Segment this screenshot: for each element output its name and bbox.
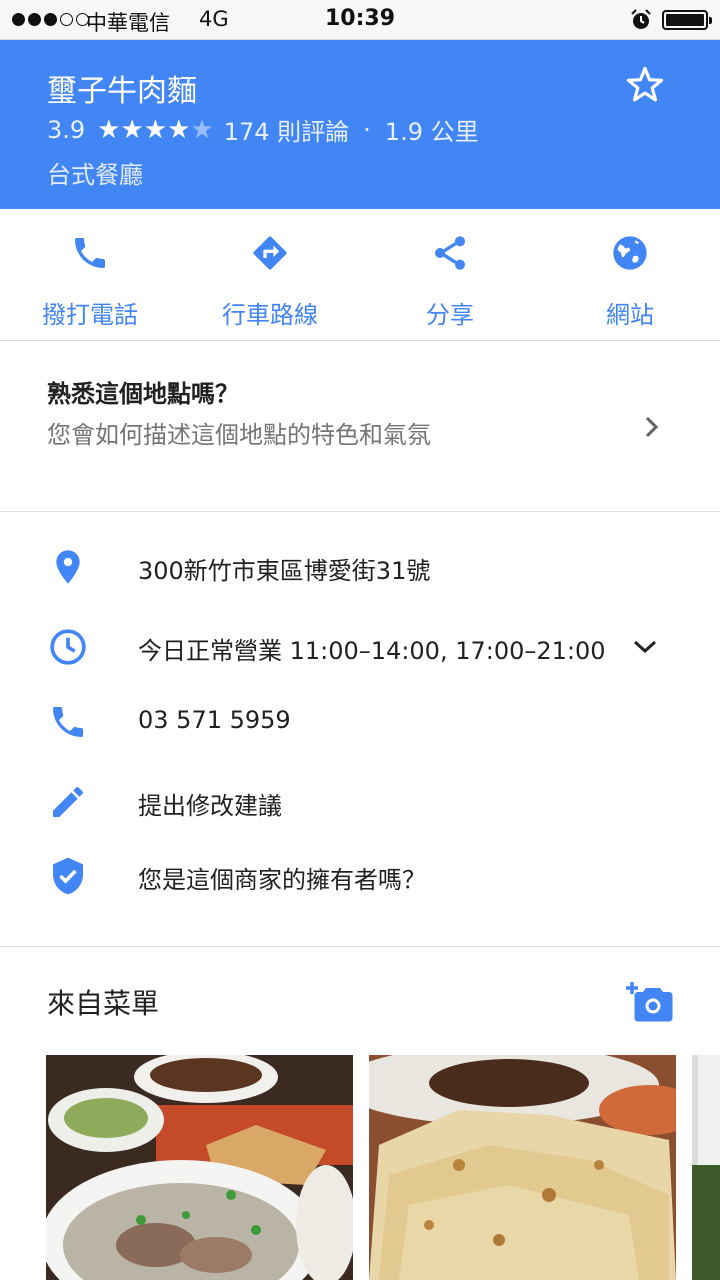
- clock: 10:39: [324, 6, 396, 31]
- claim-business-row[interactable]: 您是這個商家的擁有者嗎？: [0, 846, 720, 906]
- menu-photo[interactable]: [46, 1055, 353, 1280]
- suggest-edit-text: 提出修改建議: [138, 792, 282, 820]
- phone-icon: [75, 238, 105, 268]
- directions-icon: [253, 236, 287, 270]
- directions-label: 行車路線: [222, 301, 318, 329]
- phone-icon: [53, 707, 83, 737]
- menu-photo[interactable]: [692, 1055, 720, 1280]
- claim-business-text: 您是這個商家的擁有者嗎？: [138, 866, 426, 894]
- menu-photo[interactable]: [369, 1055, 676, 1280]
- menu-section-title: 來自菜單: [47, 987, 160, 1020]
- share-label: 分享: [426, 301, 474, 329]
- place-header: 璽子牛肉麵 3.9 ★ ★ ★ ★ ★ 174 則評論 · 1.9 公里 台式餐…: [0, 40, 720, 209]
- prompt-title: 熟悉這個地點嗎？: [47, 380, 239, 408]
- scallion-pancake-photo-image: [369, 1055, 676, 1280]
- prompt-subtitle: 您會如何描述這個地點的特色和氣氛: [47, 421, 431, 449]
- place-category: 台式餐廳: [47, 161, 143, 189]
- phone-text: 03 571 5959: [138, 706, 291, 734]
- place-name: 璽子牛肉麵: [47, 74, 197, 109]
- vegetable-dish-photo-image: [692, 1055, 720, 1280]
- star-empty-icon: ★: [190, 114, 214, 145]
- chevron-right-icon: [645, 416, 659, 438]
- distance: 1.9 公里: [384, 118, 479, 146]
- globe-icon: [613, 236, 647, 270]
- star-icon: ★: [97, 114, 121, 145]
- verified-shield-icon: [53, 857, 83, 895]
- rating-row: 3.9 ★ ★ ★ ★ ★ 174 則評論 · 1.9 公里: [47, 112, 479, 147]
- action-bar: 撥打電話 行車路線 分享 網站: [0, 209, 720, 341]
- website-button[interactable]: 網站: [540, 209, 720, 341]
- location-pin-icon: [56, 550, 80, 584]
- save-star-icon[interactable]: [624, 64, 666, 106]
- star-icon: ★: [120, 114, 144, 145]
- add-photo-icon[interactable]: [624, 980, 676, 1024]
- status-bar: 中華電信 4G 10:39: [0, 0, 720, 40]
- battery-icon: [662, 10, 712, 30]
- call-label: 撥打電話: [42, 301, 138, 329]
- rating-value: 3.9: [47, 115, 86, 144]
- share-icon: [435, 236, 465, 270]
- call-button[interactable]: 撥打電話: [0, 209, 180, 341]
- star-icon: ★: [167, 114, 191, 145]
- describe-place-prompt[interactable]: 熟悉這個地點嗎？ 您會如何描述這個地點的特色和氣氛: [0, 341, 720, 512]
- suggest-edit-row[interactable]: 提出修改建議: [0, 772, 720, 832]
- pencil-icon: [53, 787, 83, 817]
- website-label: 網站: [606, 301, 654, 329]
- review-count[interactable]: 174 則評論: [224, 112, 349, 147]
- hours-text: 今日正常營業 11:00–14:00, 17:00–21:00: [138, 637, 606, 665]
- beef-noodle-photo-image: [46, 1055, 353, 1280]
- rating-stars: ★ ★ ★ ★ ★: [97, 117, 214, 143]
- directions-button[interactable]: 行車路線: [180, 209, 360, 341]
- clock-icon: [50, 629, 86, 665]
- star-icon: ★: [143, 114, 168, 145]
- separator: ·: [363, 115, 371, 144]
- phone-row[interactable]: 03 571 5959: [0, 692, 720, 752]
- chevron-down-icon[interactable]: [632, 637, 658, 657]
- hours-row[interactable]: 今日正常營業 11:00–14:00, 17:00–21:00: [0, 617, 720, 677]
- share-button[interactable]: 分享: [360, 209, 540, 341]
- section-divider: [0, 946, 720, 947]
- address-text: 300新竹市東區博愛街31號: [138, 557, 431, 585]
- alarm-icon: [631, 9, 651, 29]
- address-row[interactable]: 300新竹市東區博愛街31號: [0, 537, 720, 597]
